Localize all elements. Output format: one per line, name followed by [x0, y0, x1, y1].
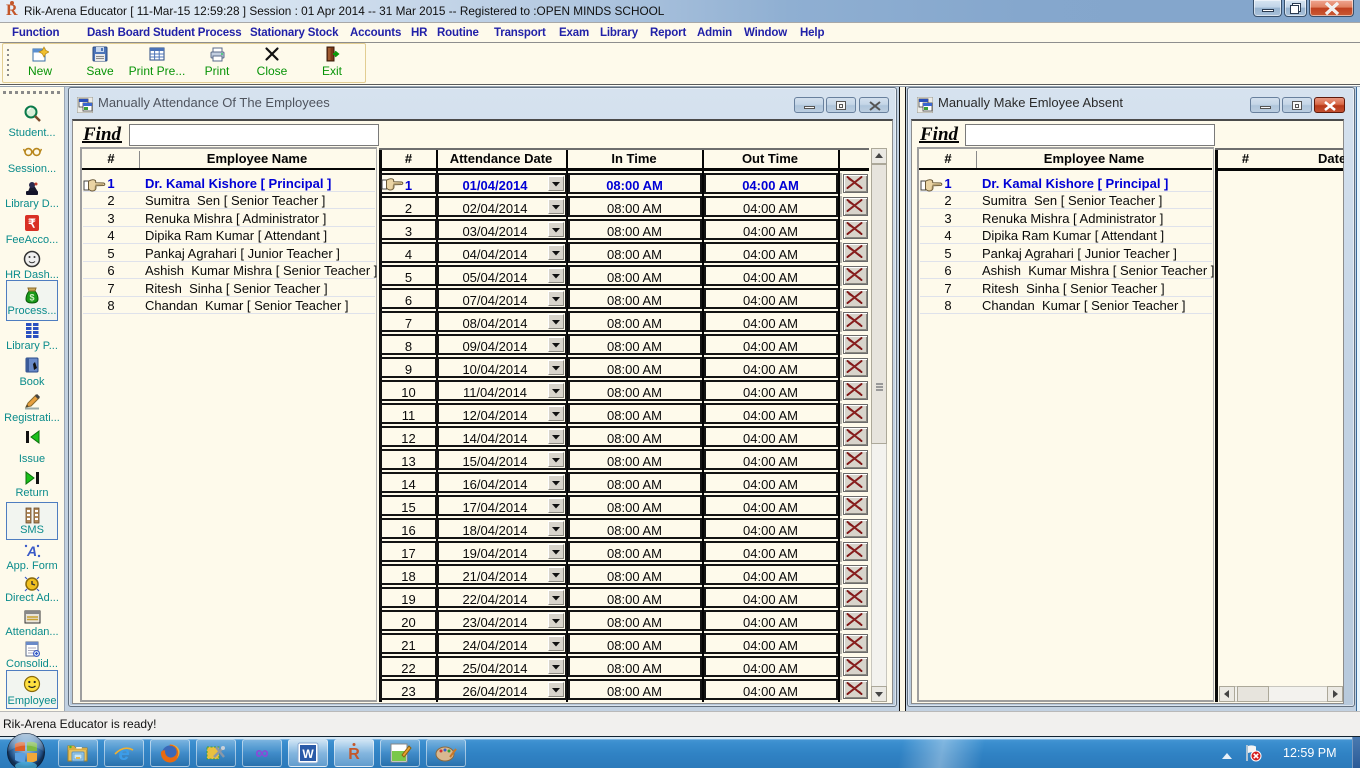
svg-text:R: R [348, 746, 360, 763]
svg-text:$: $ [29, 293, 34, 303]
svg-text:₹: ₹ [28, 217, 36, 231]
svg-text:A: A [26, 543, 37, 559]
svg-text:W: W [302, 747, 314, 761]
svg-text:∞: ∞ [255, 743, 269, 764]
svg-text:e: e [118, 743, 129, 765]
